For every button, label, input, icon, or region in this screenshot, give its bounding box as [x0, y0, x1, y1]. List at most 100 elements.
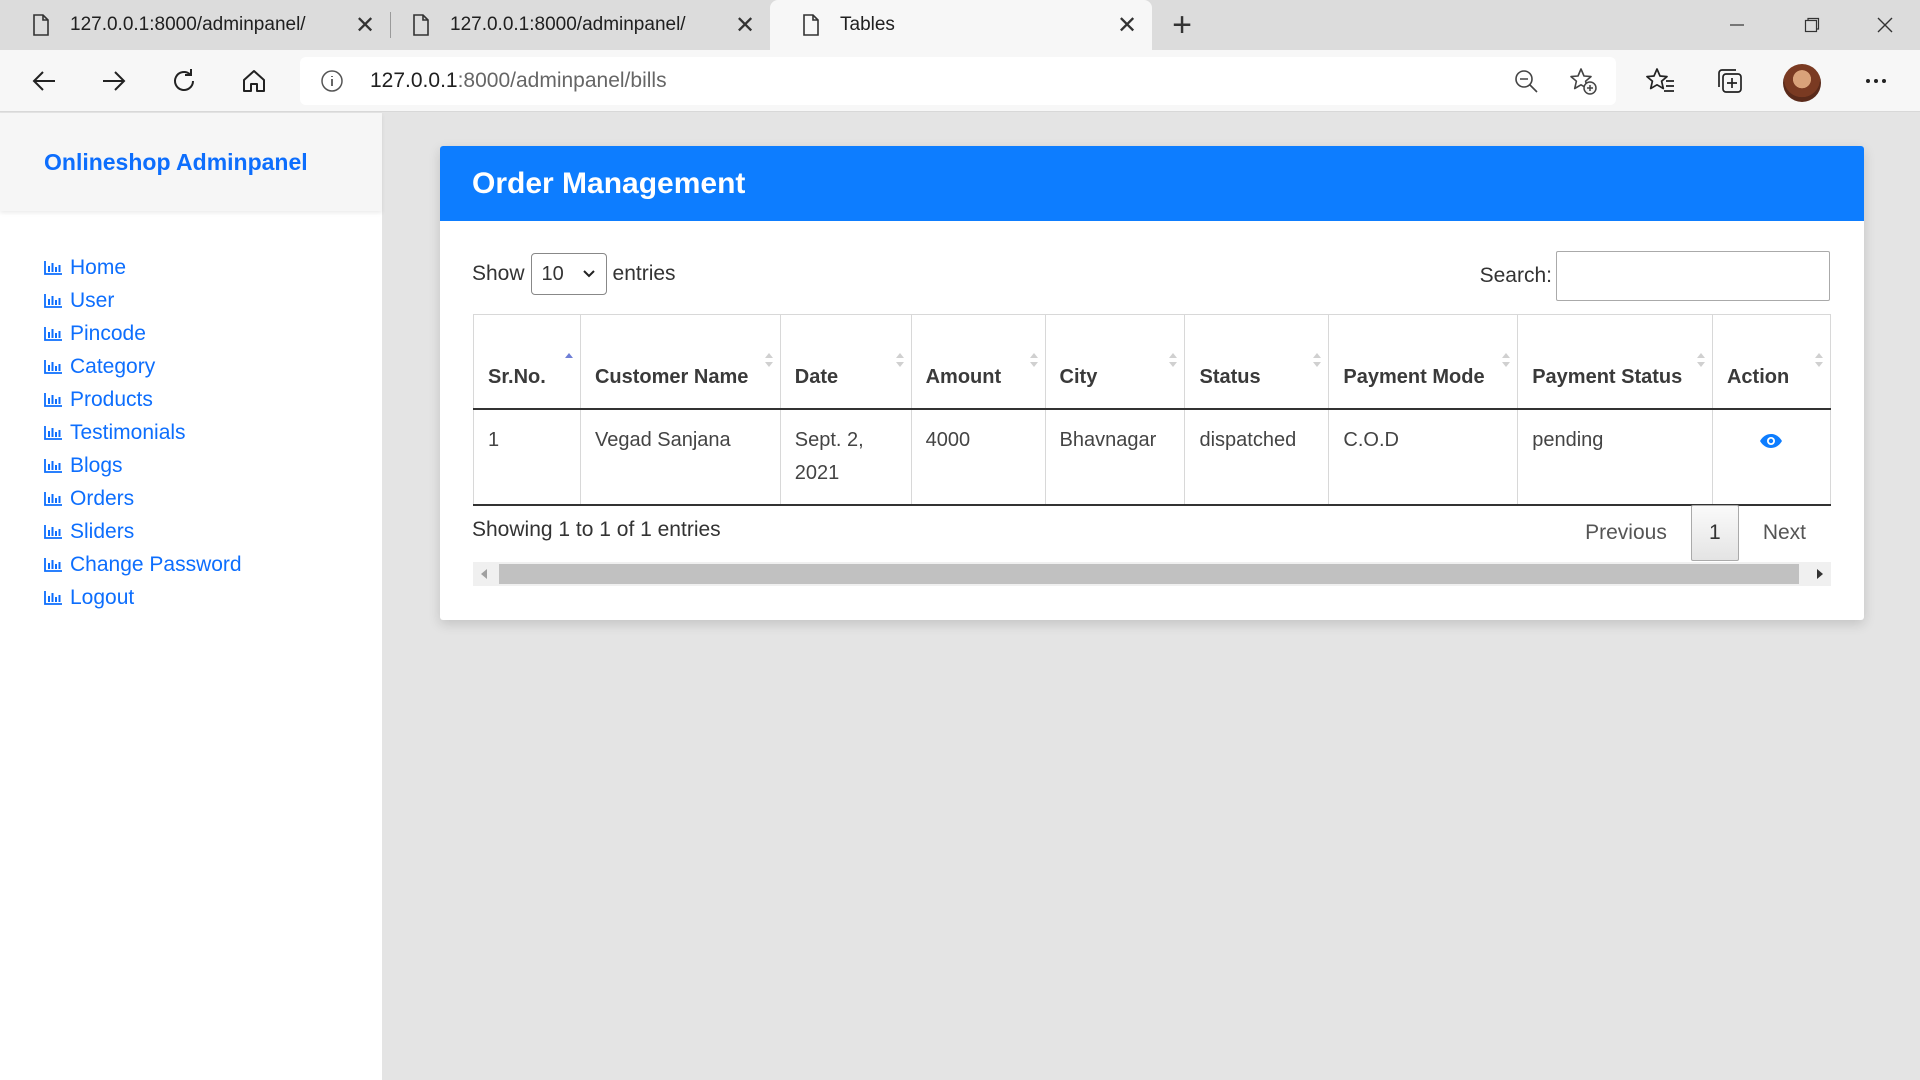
browser-tab-3[interactable]: Tables ✕ [770, 0, 1152, 50]
sidebar-item-category[interactable]: Category [44, 350, 382, 383]
address-bar[interactable]: 127.0.0.1:8000/adminpanel/bills [300, 57, 1616, 105]
sidebar-item-testimonials[interactable]: Testimonials [44, 416, 382, 449]
column-header-city[interactable]: City [1044, 314, 1185, 410]
bar-chart-icon [44, 425, 62, 440]
home-icon [243, 70, 265, 92]
length-label-show: Show [472, 262, 525, 285]
triangle-left-icon [481, 569, 487, 579]
bar-chart-icon [44, 458, 62, 473]
sidebar-item-label: Orders [70, 486, 135, 510]
reload-button[interactable] [164, 61, 204, 101]
sidebar-item-orders[interactable]: Orders [44, 482, 382, 515]
sort-icon [1815, 353, 1823, 367]
column-header-sr-no[interactable]: Sr.No. [473, 314, 581, 410]
sidebar-item-label: Change Password [70, 552, 242, 576]
restore-button[interactable] [1777, 0, 1847, 50]
tab-title: 127.0.0.1:8000/adminpanel/ [70, 14, 306, 35]
sidebar-item-change-password[interactable]: Change Password [44, 548, 382, 581]
column-label: Date [794, 365, 839, 388]
sidebar-item-user[interactable]: User [44, 284, 382, 317]
chevron-down-icon [582, 270, 595, 278]
column-header-payment-status[interactable]: Payment Status [1517, 314, 1713, 410]
sidebar-item-label: Blogs [70, 453, 123, 477]
scroll-left-button[interactable] [473, 562, 495, 586]
sort-icon [1313, 353, 1322, 367]
favorites-button[interactable] [1640, 61, 1680, 101]
settings-more-button[interactable] [1856, 61, 1896, 101]
orders-table: Sr.No. Customer Name Date Amount City St… [473, 314, 1832, 506]
sidebar-item-sliders[interactable]: Sliders [44, 515, 382, 548]
close-icon[interactable]: ✕ [1112, 10, 1142, 40]
cell-action [1711, 408, 1832, 506]
window-close-button[interactable] [1850, 0, 1920, 50]
search-input[interactable] [1556, 251, 1830, 301]
minimize-button[interactable] [1702, 0, 1772, 50]
browser-tab-1[interactable]: 127.0.0.1:8000/adminpanel/ ✕ [0, 0, 390, 50]
bar-chart-icon [44, 359, 62, 374]
bar-chart-icon [44, 392, 62, 407]
cell-status: dispatched [1184, 408, 1329, 506]
page-icon [803, 14, 819, 36]
column-header-payment-mode[interactable]: Payment Mode [1328, 314, 1518, 410]
horizontal-scrollbar[interactable] [473, 562, 1831, 586]
page-button-current[interactable]: 1 [1690, 505, 1739, 561]
next-button[interactable]: Next [1739, 506, 1830, 560]
entries-length-control: Show 10 entries [472, 253, 676, 295]
sidebar-item-pincode[interactable]: Pincode [44, 317, 382, 350]
column-header-date[interactable]: Date [779, 314, 912, 410]
url-text[interactable]: 127.0.0.1:8000/adminpanel/bills [370, 69, 667, 93]
sidebar-item-label: Home [70, 255, 127, 279]
url-path: :8000/adminpanel/bills [457, 69, 667, 92]
column-header-action[interactable]: Action [1711, 314, 1832, 410]
sidebar: Onlineshop Adminpanel Home User Pincode … [0, 113, 382, 1080]
more-horizontal-icon [1866, 79, 1886, 83]
triangle-right-icon [1817, 569, 1823, 579]
column-header-status[interactable]: Status [1184, 314, 1329, 410]
sidebar-item-products[interactable]: Products [44, 383, 382, 416]
column-label: Amount [925, 365, 1002, 388]
back-button[interactable] [24, 61, 64, 101]
forward-button[interactable] [94, 61, 134, 101]
restore-icon [1804, 17, 1820, 33]
brand-title[interactable]: Onlineshop Adminpanel [0, 113, 382, 211]
cell-customer-name: Vegad Sanjana [579, 408, 781, 506]
browser-tab-strip: 127.0.0.1:8000/adminpanel/ ✕ 127.0.0.1:8… [0, 0, 1920, 50]
view-eye-icon[interactable] [1759, 433, 1783, 449]
sidebar-item-logout[interactable]: Logout [44, 581, 382, 614]
add-favorite-icon[interactable] [1568, 66, 1598, 96]
info-icon[interactable] [320, 69, 344, 93]
sidebar-item-home[interactable]: Home [44, 251, 382, 284]
column-header-customer-name[interactable]: Customer Name [579, 314, 781, 410]
browser-tab-2[interactable]: 127.0.0.1:8000/adminpanel/ ✕ [380, 0, 770, 50]
table-info: Showing 1 to 1 of 1 entries [472, 518, 721, 541]
bar-chart-icon [44, 557, 62, 572]
profile-avatar[interactable] [1783, 64, 1821, 102]
column-header-amount[interactable]: Amount [910, 314, 1046, 410]
column-label: City [1059, 365, 1098, 388]
close-icon[interactable]: ✕ [730, 10, 760, 40]
arrow-right-icon [103, 71, 126, 91]
entries-length-select[interactable]: 10 [530, 253, 607, 295]
close-icon[interactable]: ✕ [350, 10, 380, 40]
cell-sr-no: 1 [473, 408, 581, 506]
zoom-out-icon[interactable] [1512, 67, 1540, 95]
scrollbar-thumb[interactable] [499, 564, 1799, 584]
sort-icon [1502, 353, 1511, 367]
column-label: Status [1199, 365, 1261, 388]
previous-button[interactable]: Previous [1561, 506, 1691, 560]
sidebar-item-blogs[interactable]: Blogs [44, 449, 382, 482]
collections-button[interactable] [1710, 61, 1750, 101]
order-management-card: Order Management Show 10 entries Search:… [440, 146, 1864, 620]
column-label: Payment Mode [1343, 365, 1485, 388]
collections-icon [1718, 69, 1742, 93]
home-button[interactable] [234, 61, 274, 101]
page-title: Order Management [440, 146, 1864, 221]
sidebar-item-label: User [70, 288, 115, 312]
new-tab-button[interactable]: + [1163, 6, 1201, 44]
sidebar-item-label: Category [70, 354, 156, 378]
sort-icon [895, 353, 904, 367]
sidebar-nav: Home User Pincode Category Products Test… [0, 211, 382, 614]
sort-icon [1169, 353, 1178, 367]
cell-amount: 4000 [910, 408, 1046, 506]
scroll-right-button[interactable] [1809, 562, 1831, 586]
